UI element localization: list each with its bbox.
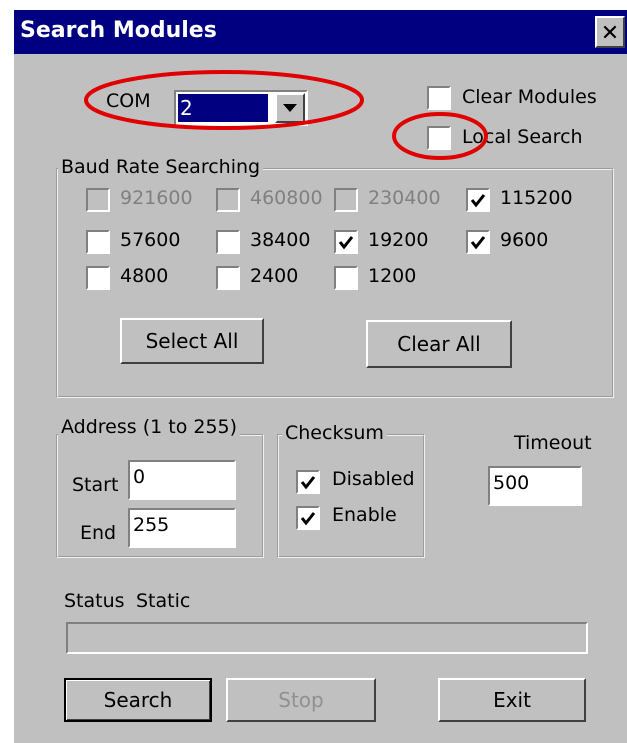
- baud-115200-label: 115200: [500, 187, 573, 209]
- timeout-field[interactable]: 500: [488, 466, 582, 506]
- baud-230400-label: 230400: [368, 187, 441, 209]
- clear-all-button[interactable]: Clear All: [366, 320, 512, 368]
- progress-bar: [66, 622, 588, 654]
- start-label: Start: [72, 474, 119, 496]
- close-button[interactable]: ✕: [595, 16, 625, 48]
- status-label: Status: [64, 590, 125, 612]
- exit-button[interactable]: Exit: [438, 678, 586, 722]
- exit-label: Exit: [493, 688, 531, 712]
- select-all-button[interactable]: Select All: [120, 318, 264, 364]
- checkmark-icon: [338, 236, 354, 250]
- local-search-checkbox[interactable]: [427, 126, 451, 150]
- checkmark-icon: [470, 194, 486, 208]
- com-port-value: 2: [178, 94, 268, 122]
- baud-4800-checkbox[interactable]: [86, 266, 110, 290]
- checksum-group-title: Checksum: [282, 422, 387, 444]
- baud-460800-label: 460800: [250, 187, 323, 209]
- baud-115200-checkbox[interactable]: [466, 188, 490, 212]
- chevron-down-icon: [283, 104, 297, 112]
- address-group-title: Address (1 to 255): [58, 416, 241, 438]
- baud-230400-checkbox: [334, 188, 358, 212]
- com-label: COM: [106, 90, 151, 112]
- com-port-dropdown[interactable]: 2: [174, 90, 308, 126]
- baud-2400-checkbox[interactable]: [216, 266, 240, 290]
- baud-1200-checkbox[interactable]: [334, 266, 358, 290]
- baud-38400-label: 38400: [250, 229, 311, 251]
- title-bar[interactable]: Search Modules ✕: [14, 10, 627, 54]
- baud-921600-label: 921600: [120, 187, 193, 209]
- baud-9600-checkbox[interactable]: [466, 230, 490, 254]
- checksum-group: [277, 434, 425, 558]
- local-search-label: Local Search: [462, 126, 583, 148]
- checkmark-icon: [470, 236, 486, 250]
- baud-rate-group-title: Baud Rate Searching: [58, 156, 264, 178]
- search-button[interactable]: Search: [64, 678, 212, 722]
- status-value: Static: [136, 590, 191, 612]
- checksum-disabled-label: Disabled: [332, 468, 415, 490]
- baud-460800-checkbox: [216, 188, 240, 212]
- baud-57600-checkbox[interactable]: [86, 230, 110, 254]
- baud-921600-checkbox: [86, 188, 110, 212]
- search-modules-dialog: Search Modules ✕ COM 2 Clear Modules Loc…: [14, 10, 627, 743]
- checksum-enable-label: Enable: [332, 504, 397, 526]
- timeout-label: Timeout: [514, 432, 592, 454]
- search-label: Search: [103, 688, 173, 712]
- baud-19200-checkbox[interactable]: [334, 230, 358, 254]
- baud-19200-label: 19200: [368, 229, 429, 251]
- end-label: End: [80, 522, 117, 544]
- checksum-disabled-checkbox[interactable]: [296, 470, 320, 494]
- baud-2400-label: 2400: [250, 265, 299, 287]
- clear-modules-label: Clear Modules: [462, 86, 597, 108]
- window-title: Search Modules: [20, 18, 217, 43]
- dropdown-arrow-button[interactable]: [275, 93, 305, 123]
- stop-label: Stop: [278, 688, 324, 712]
- clear-all-label: Clear All: [397, 332, 481, 356]
- baud-38400-checkbox[interactable]: [216, 230, 240, 254]
- start-address-field[interactable]: 0: [128, 460, 236, 500]
- clear-modules-checkbox[interactable]: [427, 86, 451, 110]
- checkmark-icon: [300, 512, 316, 526]
- end-address-field[interactable]: 255: [128, 508, 236, 548]
- select-all-label: Select All: [145, 329, 239, 353]
- baud-1200-label: 1200: [368, 265, 417, 287]
- checkmark-icon: [300, 476, 316, 490]
- stop-button: Stop: [226, 678, 376, 722]
- baud-9600-label: 9600: [500, 229, 549, 251]
- checksum-enable-checkbox[interactable]: [296, 506, 320, 530]
- baud-57600-label: 57600: [120, 229, 181, 251]
- baud-4800-label: 4800: [120, 265, 169, 287]
- close-icon: ✕: [600, 21, 620, 46]
